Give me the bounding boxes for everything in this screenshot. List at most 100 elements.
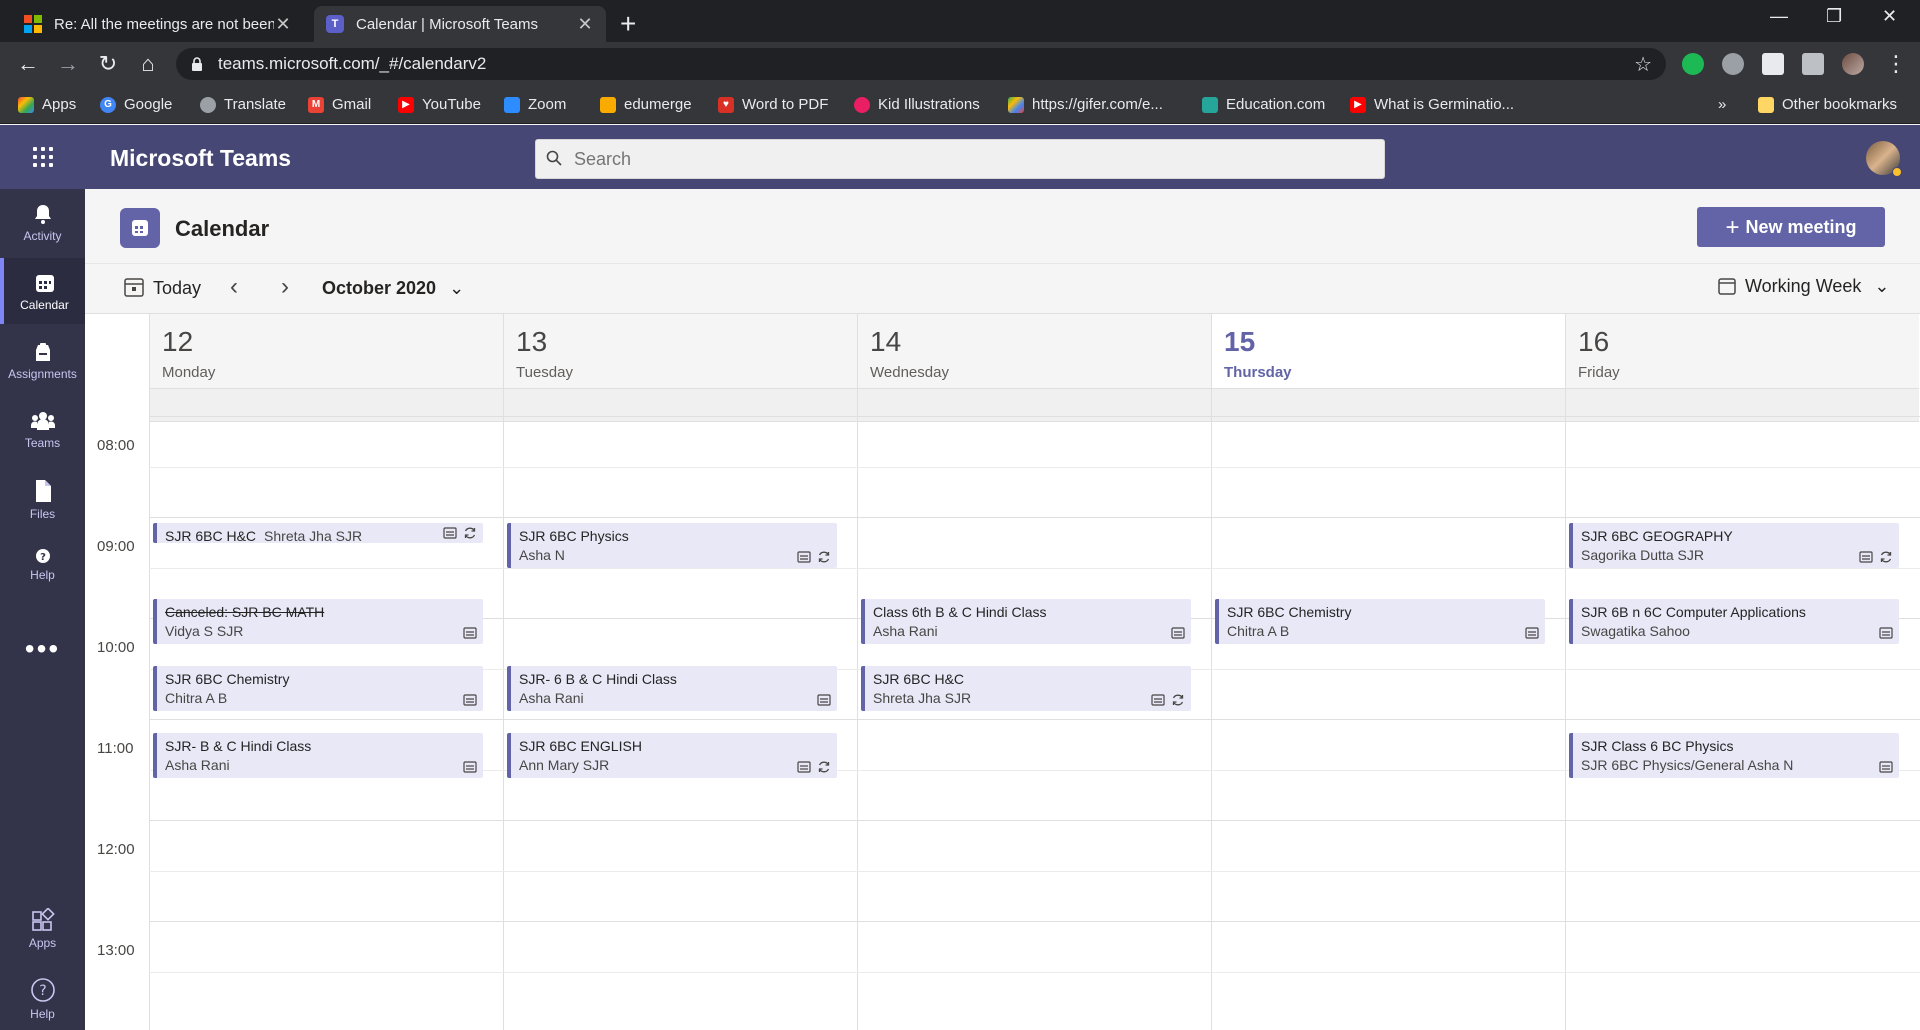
bookmark-item[interactable]: Zoom [504,96,566,113]
bookmark-item[interactable]: ▶ YouTube [398,96,481,113]
meeting-details-icon [1151,694,1165,706]
calendar-event[interactable]: SJR 6BC Chemistry Chitra A B [1215,598,1545,644]
bookmark-item[interactable]: Translate [200,96,286,113]
extension-icon[interactable] [1722,53,1744,75]
rail-item-help[interactable]: ? Help [0,534,85,600]
education-icon [1202,96,1218,113]
bookmark-item[interactable]: edumerge [600,96,692,113]
new-meeting-label: New meeting [1745,217,1857,237]
extension-icon[interactable] [1682,53,1704,75]
event-organizer: Shreta Jha SJR [264,528,363,543]
calendar-event[interactable]: Class 6th B & C Hindi Class Asha Rani [861,598,1191,644]
more-bookmarks-icon[interactable]: » [1718,96,1726,113]
rail-item-calendar[interactable]: Calendar [0,258,85,324]
minimize-icon[interactable]: — [1770,6,1788,27]
recurring-icon [1172,694,1184,706]
rail-item-apps[interactable]: Apps [0,894,85,960]
new-tab-icon[interactable]: + [620,8,636,40]
event-organizer: Shreta Jha SJR [873,690,972,707]
recurring-icon [818,761,830,773]
rail-item-assignments[interactable]: Assignments [0,327,85,393]
restore-icon[interactable]: ❐ [1826,6,1842,27]
home-icon[interactable]: ⌂ [134,50,162,78]
previous-week-icon[interactable]: ‹ [230,273,238,301]
rail-label: Apps [28,936,57,950]
browser-tab-email[interactable]: Re: All the meetings are not been ✕ [12,6,304,42]
next-week-icon[interactable]: › [281,273,289,301]
calendar-event[interactable]: SJR 6BC H&C Shreta Jha SJR [153,523,483,543]
bookmark-label: Apps [42,96,77,113]
event-icons [457,626,477,640]
youtube-icon: ▶ [398,96,414,113]
today-button[interactable]: Today [123,276,201,299]
day-header-thursday[interactable]: 15 Thursday [1211,314,1565,388]
bookmark-label: Zoom [528,96,567,113]
bookmark-item[interactable]: M Gmail [308,96,371,113]
puzzle-extensions-icon[interactable] [1802,53,1824,75]
day-header-tuesday[interactable]: 13 Tuesday [503,314,857,388]
profile-avatar-icon[interactable] [1842,53,1864,75]
day-header-friday[interactable]: 16 Friday [1565,314,1919,388]
calendar-event[interactable]: Canceled: SJR BC MATH Vidya S SJR [153,598,483,644]
reload-icon[interactable]: ↻ [94,50,122,78]
rail-item-files[interactable]: Files [0,465,85,531]
calendar-event[interactable]: SJR 6BC Chemistry Chitra A B [153,666,483,712]
view-selector[interactable]: Working Week ⌄ [1717,276,1890,297]
microsoft-logo-icon [24,15,42,33]
hour-gridline [149,517,1920,518]
browser-menu-icon[interactable]: ⋮ [1882,50,1910,78]
tab-title: Re: All the meetings are not been [54,15,274,33]
bookmark-item[interactable]: ▶ What is Germinatio... [1350,96,1514,113]
time-label: 11:00 [97,740,134,757]
calendar-event[interactable]: SJR 6BC GEOGRAPHY Sagorika Dutta SJR [1569,523,1899,568]
close-tab-icon[interactable]: ✕ [576,14,594,35]
close-tab-icon[interactable]: ✕ [274,14,292,35]
rail-item-teams[interactable]: Teams [0,396,85,462]
bookmark-item[interactable]: ♥ Word to PDF [718,96,828,113]
new-meeting-button[interactable]: + New meeting [1697,207,1885,247]
calendar-event[interactable]: SJR 6BC Physics Asha N [507,523,837,568]
calendar-event[interactable]: SJR- B & C Hindi Class Asha Rani [153,733,483,779]
bookmark-item[interactable]: Education.com [1202,96,1325,113]
bookmark-label: https://gifer.com/e... [1032,96,1163,113]
svg-text:?: ? [39,983,46,999]
calendar-view-icon [1718,278,1736,295]
event-title: SJR 6BC H&C Shreta Jha SJR [165,527,475,543]
bookmark-item[interactable]: G Google [100,96,172,113]
calendar-event[interactable]: SJR 6BC ENGLISH Ann Mary SJR [507,733,837,779]
bell-icon [34,205,51,224]
back-icon[interactable]: ← [14,50,42,78]
day-header-monday[interactable]: 12 Monday [149,314,503,388]
heart-icon: ♥ [718,96,734,113]
recurring-icon [1880,551,1892,563]
event-title: SJR Class 6 BC Physics [1581,738,1734,755]
forward-icon[interactable]: → [54,50,82,78]
calendar-event[interactable]: SJR 6BC H&C Shreta Jha SJR [861,666,1191,712]
bookmark-item[interactable]: Apps [18,96,76,113]
search-input[interactable] [535,139,1385,179]
extension-icon[interactable] [1762,53,1784,75]
browser-tab-teams[interactable]: T Calendar | Microsoft Teams ✕ [314,6,606,42]
rail-item-help-bottom[interactable]: ? Help [0,963,85,1029]
day-column-divider [149,314,150,1030]
calendar-event[interactable]: SJR- 6 B & C Hindi Class Asha Rani [507,666,837,712]
other-bookmarks[interactable]: Other bookmarks [1758,96,1897,113]
bookmark-label: YouTube [422,96,481,113]
app-launcher-icon[interactable] [33,147,53,167]
time-label: 09:00 [97,538,135,555]
month-picker[interactable]: October 2020 ⌄ [322,278,464,299]
day-number: 15 [1224,326,1256,357]
calendar-event[interactable]: SJR 6B n 6C Computer Applications Swagati… [1569,598,1899,644]
event-title: SJR 6BC Physics [519,528,629,544]
rail-item-activity[interactable]: Activity [0,189,85,255]
bookmark-star-icon[interactable]: ☆ [1634,52,1652,77]
bookmark-item[interactable]: Kid Illustrations [854,96,980,113]
close-window-icon[interactable]: ✕ [1882,6,1897,27]
bookmark-item[interactable]: https://gifer.com/e... [1008,96,1163,113]
teams-header: Microsoft Teams [0,125,1920,189]
bookmark-label: Kid Illustrations [878,96,980,113]
more-apps-icon[interactable]: ••• [0,633,85,665]
calendar-event[interactable]: SJR Class 6 BC Physics SJR 6BC Physics/Ge… [1569,733,1899,779]
address-bar[interactable]: teams.microsoft.com/_#/calendarv2 ☆ [176,48,1666,80]
day-header-wednesday[interactable]: 14 Wednesday [857,314,1211,388]
